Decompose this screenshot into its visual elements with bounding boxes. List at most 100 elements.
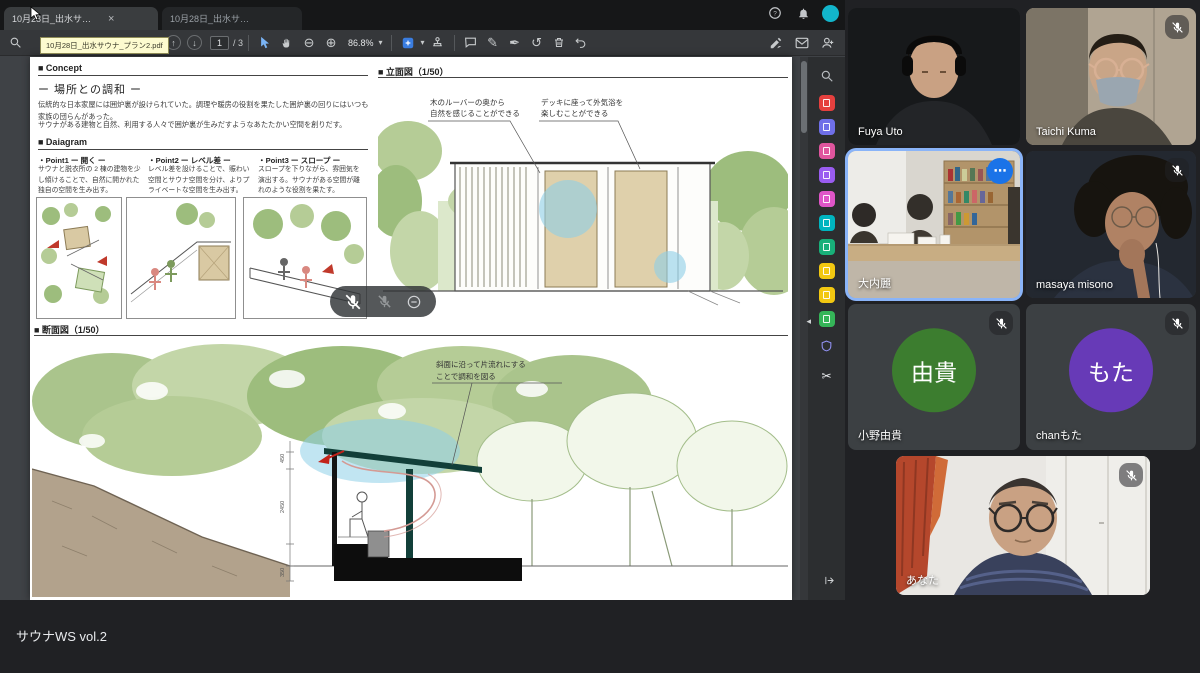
add-person-icon[interactable]: [817, 32, 839, 54]
pdf-scrollbar[interactable]: [800, 57, 808, 600]
elevation-note1-line1: 木のルーバーの奥から: [430, 97, 505, 107]
find-icon[interactable]: [4, 32, 26, 54]
concept-heading: ■ Concept: [38, 63, 82, 73]
rail-collapse-icon[interactable]: ◂: [806, 316, 811, 327]
dim-350: 350: [280, 568, 286, 577]
mic-muted-badge: [1119, 463, 1143, 487]
google-meet-window: 10月28日_出水サー… × 10月28日_出水サー… ?: [0, 0, 1200, 673]
elevation-note2-line2: 楽しむことができる: [541, 108, 608, 118]
mic-muted-badge: [989, 311, 1013, 335]
elevation-drawing: 木のルーバーの奥から 自然を感じることができる デッキに座って外気浴を 楽しむこ…: [378, 81, 788, 315]
meet-bottom-bar: サウナWS vol.2 ⋮: [0, 600, 1200, 673]
stamp-tool-icon[interactable]: [427, 32, 449, 54]
protect-shield-rail-icon[interactable]: [816, 335, 838, 357]
compress-rail-icon[interactable]: [819, 311, 835, 327]
screen-share-presentation: 10月28日_出水サー… × 10月28日_出水サー… ?: [0, 0, 845, 600]
comments-rail-icon[interactable]: [819, 287, 835, 303]
tab-title: 10月28日_出水サー…: [170, 12, 258, 25]
tab-close-icon[interactable]: ×: [108, 13, 114, 25]
diagram-heading: ■ Daiagram: [38, 137, 87, 147]
participant-tile-taichi-kuma[interactable]: Taichi Kuma: [1026, 8, 1196, 145]
pdf-page: ■ Concept ー 場所との調和 ー 伝統的な日本家屋には囲炉裏が設けられて…: [30, 57, 792, 600]
video-feed: [848, 8, 1020, 145]
point2-body: レベル差を設けることで、賑わい空間とサウナ空間を分け、よりプライベートな空間を生…: [148, 165, 251, 197]
concept-body-2: サウナがある建物と自然、利用する人々で囲炉裏が生みだすようなあたたかい空間を創り…: [38, 119, 370, 131]
page-total-label: / 3: [233, 38, 243, 48]
search-zoom-icon[interactable]: [816, 65, 838, 87]
export-convert-rail-icon[interactable]: [819, 215, 835, 231]
participant-name: あなた: [906, 572, 939, 588]
participant-tile-you[interactable]: あなた: [896, 456, 1150, 595]
highlight-pencil-icon[interactable]: ✎: [482, 32, 504, 54]
account-avatar[interactable]: [822, 5, 839, 22]
participant-name: 小野由貴: [858, 427, 902, 443]
comment-tool-icon[interactable]: [460, 32, 482, 54]
current-page-input[interactable]: 1: [210, 36, 229, 50]
point3-body: スロープを下りながら、雰囲気を演出する。サウナがある空間が離れのような役割を果た…: [258, 165, 361, 197]
avatar: 由貴: [892, 328, 976, 412]
participant-name: Fuya Uto: [858, 126, 903, 138]
participant-tile-oouchi-rei[interactable]: 大内麗 ⋯: [848, 151, 1020, 298]
minimize-icon: [406, 294, 422, 310]
participant-tile-fuya-uto[interactable]: Fuya Uto: [848, 8, 1020, 145]
participant-tile-ono-yuki[interactable]: 由貴 小野由貴: [848, 304, 1020, 450]
delete-tool-icon[interactable]: [548, 32, 570, 54]
mic-muted-badge: [1165, 158, 1189, 182]
section-drawing: 450 2450 350 斜面に沿って片流れにする ことで調和を図る: [32, 341, 788, 597]
audio-off-icon: [377, 294, 392, 309]
diagram-box-open: [36, 197, 122, 319]
export-pdf-tool-icon[interactable]: [397, 32, 419, 54]
mic-off-icon: [344, 293, 362, 311]
create-pdf-rail-icon[interactable]: [819, 119, 835, 135]
browser-tab-active[interactable]: 10月28日_出水サー… ×: [4, 7, 158, 30]
dim-450: 450: [280, 454, 286, 463]
mic-muted-badge: [1165, 311, 1189, 335]
pdf-viewport: ■ Concept ー 場所との調和 ー 伝統的な日本家屋には囲炉裏が設けられて…: [0, 57, 808, 600]
more-options-badge[interactable]: ⋯: [987, 158, 1013, 184]
help-icon[interactable]: ?: [766, 4, 784, 22]
notifications-bell-icon[interactable]: [794, 4, 812, 22]
select-tool-icon[interactable]: [254, 32, 276, 54]
more-tools-scissors-icon[interactable]: ✂: [816, 365, 838, 387]
filename-tooltip: 10月28日_出水サウナ_プラン2.pdf: [40, 37, 169, 54]
tab-title: 10月28日_出水サー…: [12, 12, 100, 25]
share-pen-icon[interactable]: [765, 32, 787, 54]
acrobat-tools-rail: ✂: [808, 57, 845, 600]
browser-tab-inactive[interactable]: 10月28日_出水サー…: [162, 7, 302, 30]
participant-name: chanもた: [1036, 427, 1082, 443]
dim-2450: 2450: [280, 501, 286, 513]
fill-sign-rail-icon[interactable]: [819, 191, 835, 207]
zoom-level-value[interactable]: 86.8%: [348, 38, 374, 48]
concept-subheading: ー 場所との調和 ー: [38, 81, 142, 97]
participant-name: masaya misono: [1036, 279, 1113, 291]
participant-tile-chan-mota[interactable]: もた chanもた: [1026, 304, 1196, 450]
organize-pages-rail-icon[interactable]: [819, 239, 835, 255]
zoom-in-icon[interactable]: ⊕: [320, 32, 342, 54]
zoom-out-icon[interactable]: ⊖: [298, 32, 320, 54]
participant-name: 大内麗: [858, 275, 891, 291]
export-pdf-rail-icon[interactable]: [819, 95, 835, 111]
undo-icon[interactable]: [570, 32, 592, 54]
meeting-name: サウナWS vol.2: [16, 626, 107, 645]
avatar: もた: [1069, 328, 1153, 412]
participant-name: Taichi Kuma: [1036, 126, 1096, 138]
presentation-overlay-controls[interactable]: [330, 286, 436, 317]
hand-tool-icon[interactable]: [276, 32, 298, 54]
point1-body: サウナと脱衣所の 2 棟の建物を少し傾けることで、自然に開かれた独自の空間を生み…: [38, 165, 141, 197]
request-signatures-rail-icon[interactable]: [819, 263, 835, 279]
section-note-line1: 斜面に沿って片流れにする: [436, 359, 526, 369]
edit-pdf-rail-icon[interactable]: [819, 167, 835, 183]
elevation-note1-line2: 自然を感じることができる: [430, 108, 520, 118]
svg-text:?: ?: [773, 10, 777, 17]
rail-expand-icon[interactable]: [824, 575, 835, 586]
sign-pen-icon[interactable]: ✒: [504, 32, 526, 54]
rotate-tool-icon[interactable]: ↺: [526, 32, 548, 54]
participant-tile-masaya-misono[interactable]: masaya misono: [1026, 151, 1196, 298]
diagram-box-level: [126, 197, 236, 319]
email-icon[interactable]: [791, 32, 813, 54]
page-down-icon[interactable]: ↓: [187, 35, 202, 50]
combine-files-rail-icon[interactable]: [819, 143, 835, 159]
zoom-caret-icon[interactable]: ▾: [376, 32, 386, 54]
section-note-line2: ことで調和を図る: [436, 371, 496, 381]
export-caret-icon[interactable]: ▾: [419, 32, 427, 54]
